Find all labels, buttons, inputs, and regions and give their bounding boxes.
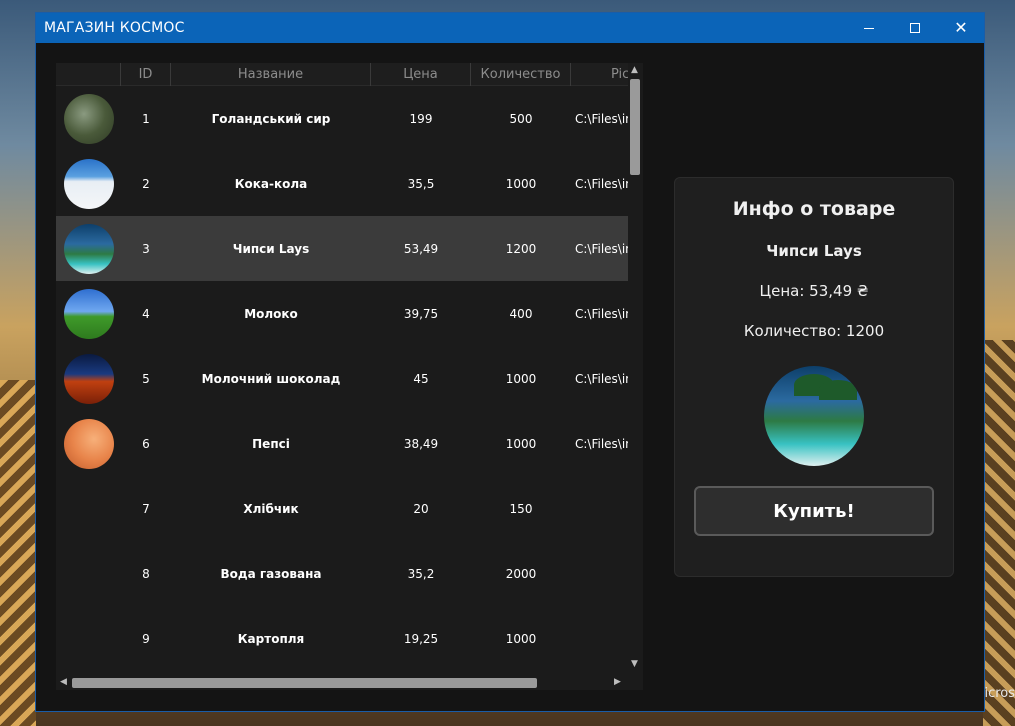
cell-quantity: 400 [509, 306, 533, 321]
palm-leaf [819, 380, 857, 400]
maximize-icon [910, 23, 920, 33]
info-product-quantity: Количество: 1200 [743, 322, 885, 340]
cell-name: Кока-кола [234, 176, 308, 191]
scroll-down-icon[interactable]: ▼ [631, 659, 638, 669]
grid-header: ID Название Цена Количество Pic [56, 63, 628, 86]
cell-name: Чипси Lays [232, 241, 310, 256]
cell-quantity: 1000 [505, 436, 537, 451]
desktop-watermark: icros [984, 686, 1015, 701]
info-panel-title: Инфо о товаре [732, 198, 896, 220]
table-row[interactable]: 7 Хлібчик 20 150 [56, 476, 628, 541]
cell-name: Картопля [237, 631, 305, 646]
close-button[interactable]: ✕ [938, 13, 984, 43]
product-info-panel: Инфо о товаре Чипси Lays Цена: 53,49 ₴ К… [674, 177, 954, 577]
horizontal-scrollbar[interactable]: ◀ ▶ [56, 675, 628, 690]
cell-name: Пепсі [252, 436, 290, 451]
cell-id: 3 [142, 241, 150, 256]
cell-price: 19,25 [403, 631, 439, 646]
info-product-image [764, 366, 864, 466]
maximize-button[interactable] [892, 13, 938, 43]
minimize-button[interactable] [846, 13, 892, 43]
cell-id: 5 [142, 371, 150, 386]
title-bar[interactable]: МАГАЗИН КОСМОС ✕ [36, 13, 984, 43]
cell-pic-path: C:\Files\im [575, 306, 628, 321]
scroll-up-icon[interactable]: ▲ [631, 65, 638, 75]
close-icon: ✕ [954, 18, 968, 37]
table-row[interactable]: 8 Вода газована 35,2 2000 [56, 541, 628, 606]
cell-name: Молоко [244, 306, 298, 321]
cell-price: 35,5 [407, 176, 435, 191]
cell-id: 8 [142, 566, 150, 581]
info-product-price: Цена: 53,49 ₴ [759, 282, 869, 300]
scroll-left-icon[interactable]: ◀ [60, 677, 67, 687]
minimize-icon [864, 27, 874, 29]
vertical-scroll-thumb[interactable] [630, 79, 640, 175]
table-row[interactable]: 2 Кока-кола 35,5 1000 C:\Files\im [56, 151, 628, 216]
cell-pic-path: C:\Files\im [575, 371, 628, 386]
cell-price: 38,49 [403, 436, 439, 451]
table-row-selected[interactable]: 3 Чипси Lays 53,49 1200 C:\Files\im [56, 216, 628, 281]
cell-name: Голандський сир [211, 111, 331, 126]
column-header-name[interactable]: Название [171, 63, 371, 86]
grid-rows: 1 Голандський сир 199 500 C:\Files\im 2 … [56, 86, 628, 686]
table-row[interactable]: 6 Пепсі 38,49 1000 C:\Files\im [56, 411, 628, 476]
cell-id: 1 [142, 111, 150, 126]
cell-price: 53,49 [403, 241, 439, 256]
cell-pic-path: C:\Files\im [575, 111, 628, 126]
column-header-quantity[interactable]: Количество [471, 63, 571, 86]
table-row[interactable]: 9 Картопля 19,25 1000 [56, 606, 628, 671]
column-header-picture[interactable] [56, 63, 121, 86]
scroll-right-icon[interactable]: ▶ [614, 677, 621, 687]
cell-quantity: 1200 [505, 241, 537, 256]
cell-price: 45 [413, 371, 429, 386]
table-row[interactable]: 5 Молочний шоколад 45 1000 C:\Files\im [56, 346, 628, 411]
column-header-id[interactable]: ID [121, 63, 171, 86]
desktop-background-left [0, 380, 36, 726]
cell-name: Хлібчик [243, 501, 299, 516]
cell-id: 6 [142, 436, 150, 451]
info-product-name: Чипси Lays [766, 242, 862, 260]
cell-pic-path: C:\Files\im [575, 241, 628, 256]
products-grid[interactable]: ID Название Цена Количество Pic 1 Голанд… [56, 63, 643, 690]
cell-id: 9 [142, 631, 150, 646]
cell-id: 2 [142, 176, 150, 191]
product-thumbnail [63, 93, 114, 144]
product-thumbnail [63, 288, 114, 339]
product-thumbnail [63, 223, 114, 274]
cell-quantity: 1000 [505, 631, 537, 646]
cell-id: 7 [142, 501, 150, 516]
cell-quantity: 150 [509, 501, 533, 516]
column-header-pic[interactable]: Pic [571, 63, 628, 86]
product-thumbnail [63, 158, 114, 209]
cell-name: Вода газована [220, 566, 322, 581]
column-header-price[interactable]: Цена [371, 63, 471, 86]
vertical-scrollbar[interactable]: ▲ ▼ [628, 63, 643, 675]
product-thumbnail [63, 353, 114, 404]
cell-price: 35,2 [407, 566, 435, 581]
cell-name: Молочний шоколад [201, 371, 341, 386]
cell-pic-path: C:\Files\im [575, 176, 628, 191]
cell-price: 20 [413, 501, 429, 516]
table-row[interactable]: 1 Голандський сир 199 500 C:\Files\im [56, 86, 628, 151]
cell-pic-path: C:\Files\im [575, 436, 628, 451]
cell-id: 4 [142, 306, 150, 321]
buy-button[interactable]: Купить! [694, 486, 934, 536]
desktop-background-right [983, 340, 1015, 726]
cell-quantity: 1000 [505, 176, 537, 191]
cell-quantity: 500 [509, 111, 533, 126]
cell-price: 39,75 [403, 306, 439, 321]
table-row[interactable]: 4 Молоко 39,75 400 C:\Files\im [56, 281, 628, 346]
cell-price: 199 [409, 111, 433, 126]
product-thumbnail [63, 418, 114, 469]
horizontal-scroll-thumb[interactable] [72, 678, 537, 688]
window-title: МАГАЗИН КОСМОС [44, 20, 185, 36]
app-window: МАГАЗИН КОСМОС ✕ ID Название Цена Количе… [35, 12, 985, 712]
cell-quantity: 1000 [505, 371, 537, 386]
cell-quantity: 2000 [505, 566, 537, 581]
